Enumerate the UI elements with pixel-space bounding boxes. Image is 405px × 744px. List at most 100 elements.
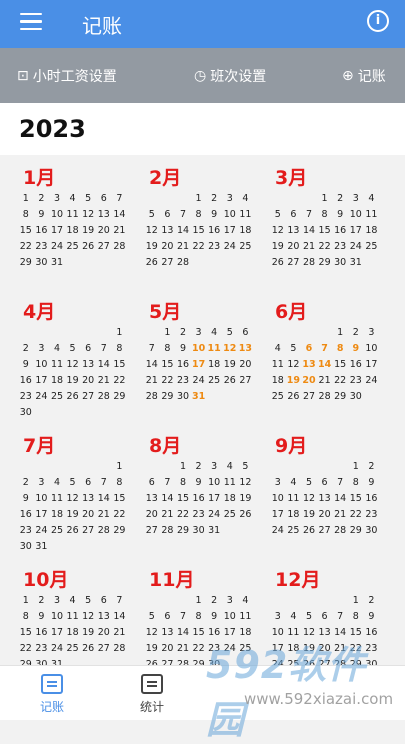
day-cell[interactable]: 15	[348, 493, 364, 505]
day-cell[interactable]: 25	[238, 241, 254, 253]
day-cell[interactable]: 15	[18, 627, 34, 639]
day-cell[interactable]: 11	[49, 493, 65, 505]
day-cell[interactable]: 11	[238, 611, 254, 623]
day-cell[interactable]: 20	[80, 375, 96, 387]
day-cell[interactable]: 18	[238, 627, 254, 639]
day-cell[interactable]: 10	[34, 493, 50, 505]
day-cell[interactable]: 20	[286, 241, 302, 253]
day-cell[interactable]: 27	[238, 375, 254, 387]
day-cell[interactable]: 6	[144, 477, 160, 489]
day-cell[interactable]: 22	[18, 643, 34, 655]
day-cell[interactable]: 26	[301, 525, 317, 537]
day-cell[interactable]: 8	[112, 343, 128, 355]
day-cell[interactable]: 5	[238, 461, 254, 473]
day-cell[interactable]: 16	[206, 225, 222, 237]
day-cell[interactable]: 8	[332, 343, 348, 355]
day-cell[interactable]: 17	[49, 627, 65, 639]
day-cell[interactable]: 6	[317, 477, 333, 489]
day-cell[interactable]: 14	[332, 493, 348, 505]
day-cell[interactable]: 23	[348, 375, 364, 387]
day-cell[interactable]: 21	[112, 627, 128, 639]
day-cell[interactable]: 13	[80, 493, 96, 505]
day-cell[interactable]: 22	[112, 375, 128, 387]
info-icon[interactable]: i	[367, 10, 389, 32]
day-cell[interactable]: 29	[332, 391, 348, 403]
day-cell[interactable]: 9	[191, 477, 207, 489]
day-cell[interactable]: 16	[364, 627, 380, 639]
day-cell[interactable]: 31	[49, 257, 65, 269]
day-cell[interactable]: 24	[191, 375, 207, 387]
day-cell[interactable]: 3	[222, 595, 238, 607]
day-cell[interactable]: 26	[286, 391, 302, 403]
day-cell[interactable]: 5	[286, 343, 302, 355]
day-cell[interactable]: 11	[286, 493, 302, 505]
day-cell[interactable]: 18	[222, 493, 238, 505]
day-cell[interactable]: 2	[364, 595, 380, 607]
day-cell[interactable]: 9	[364, 477, 380, 489]
day-cell[interactable]: 23	[332, 241, 348, 253]
year-title[interactable]: 2023	[19, 115, 86, 143]
day-cell[interactable]: 23	[364, 643, 380, 655]
day-cell[interactable]: 5	[144, 611, 160, 623]
day-cell[interactable]: 4	[222, 461, 238, 473]
day-cell[interactable]: 26	[80, 241, 96, 253]
day-cell[interactable]: 16	[348, 359, 364, 371]
day-cell[interactable]: 22	[191, 241, 207, 253]
day-cell[interactable]: 9	[332, 209, 348, 221]
day-cell[interactable]: 22	[160, 375, 176, 387]
day-cell[interactable]: 19	[301, 643, 317, 655]
day-cell[interactable]: 2	[18, 343, 34, 355]
day-cell[interactable]: 4	[364, 193, 380, 205]
day-cell[interactable]: 11	[49, 359, 65, 371]
day-cell[interactable]: 20	[96, 225, 112, 237]
day-cell[interactable]: 22	[348, 643, 364, 655]
day-cell[interactable]: 16	[175, 359, 191, 371]
day-cell[interactable]: 22	[332, 375, 348, 387]
day-cell[interactable]: 14	[175, 225, 191, 237]
day-cell[interactable]: 7	[332, 611, 348, 623]
day-cell[interactable]: 7	[96, 477, 112, 489]
day-cell[interactable]: 31	[206, 525, 222, 537]
day-cell[interactable]: 28	[96, 525, 112, 537]
day-cell[interactable]: 29	[317, 257, 333, 269]
day-cell[interactable]: 17	[49, 225, 65, 237]
day-cell[interactable]: 22	[112, 509, 128, 521]
day-cell[interactable]: 16	[18, 509, 34, 521]
day-cell[interactable]: 20	[96, 627, 112, 639]
day-cell[interactable]: 5	[301, 611, 317, 623]
day-cell[interactable]: 18	[65, 627, 81, 639]
day-cell[interactable]: 1	[160, 327, 176, 339]
day-cell[interactable]: 1	[18, 193, 34, 205]
day-cell[interactable]: 16	[191, 493, 207, 505]
day-cell[interactable]: 17	[364, 359, 380, 371]
day-cell[interactable]: 7	[160, 477, 176, 489]
day-cell[interactable]: 21	[175, 643, 191, 655]
day-cell[interactable]: 11	[238, 209, 254, 221]
day-cell[interactable]: 25	[364, 241, 380, 253]
day-cell[interactable]: 7	[144, 343, 160, 355]
day-cell[interactable]: 23	[206, 643, 222, 655]
day-cell[interactable]: 12	[222, 343, 238, 355]
day-cell[interactable]: 21	[112, 225, 128, 237]
day-cell[interactable]: 30	[364, 525, 380, 537]
day-cell[interactable]: 17	[270, 643, 286, 655]
day-cell[interactable]: 2	[18, 477, 34, 489]
day-cell[interactable]: 10	[206, 477, 222, 489]
day-cell[interactable]: 9	[348, 343, 364, 355]
day-cell[interactable]: 13	[144, 493, 160, 505]
day-cell[interactable]: 4	[286, 611, 302, 623]
day-cell[interactable]: 17	[222, 627, 238, 639]
day-cell[interactable]: 4	[65, 193, 81, 205]
day-cell[interactable]: 4	[49, 477, 65, 489]
day-cell[interactable]: 6	[80, 343, 96, 355]
day-cell[interactable]: 19	[80, 627, 96, 639]
day-cell[interactable]: 11	[206, 343, 222, 355]
day-cell[interactable]: 11	[65, 209, 81, 221]
day-cell[interactable]: 2	[206, 595, 222, 607]
day-cell[interactable]: 23	[364, 509, 380, 521]
day-cell[interactable]: 6	[286, 209, 302, 221]
day-cell[interactable]: 15	[112, 493, 128, 505]
day-cell[interactable]: 28	[144, 391, 160, 403]
day-cell[interactable]: 20	[317, 643, 333, 655]
day-cell[interactable]: 26	[65, 525, 81, 537]
